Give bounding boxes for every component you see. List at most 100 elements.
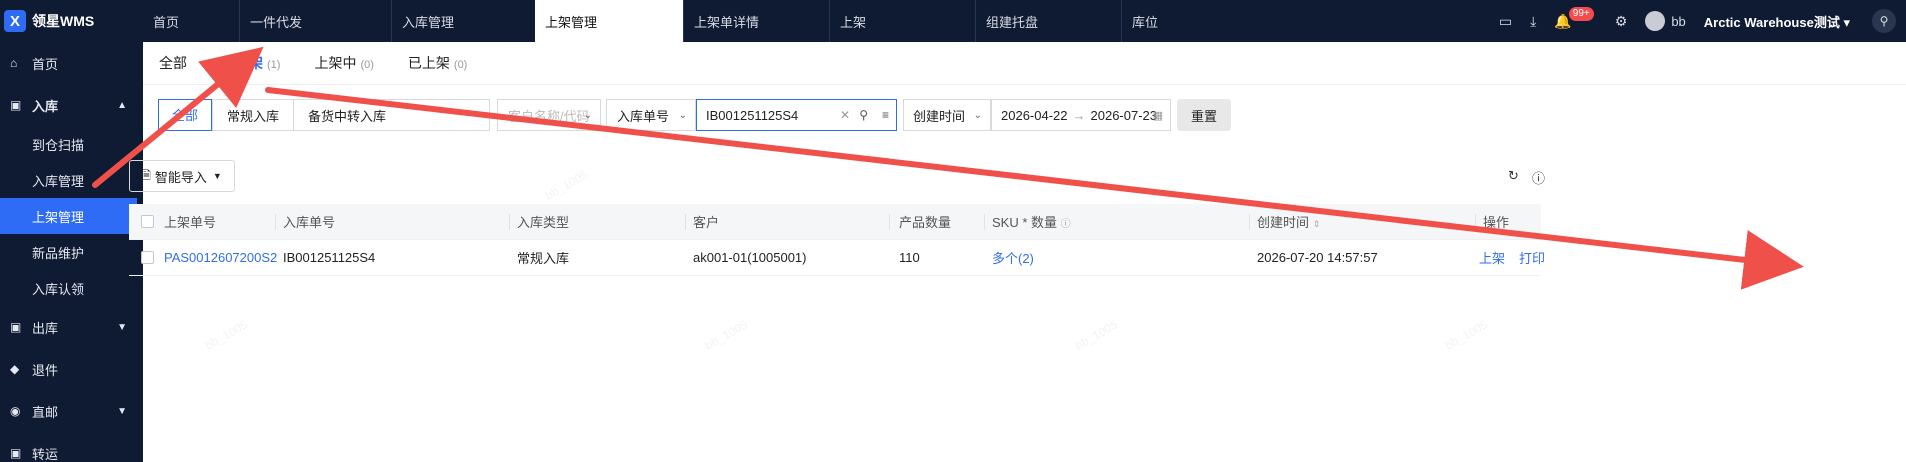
chevron-down-icon: ▼: [117, 321, 127, 333]
putaway-no-link[interactable]: PAS0012607200S2: [164, 250, 277, 265]
created-time: 2026-07-20 14:57:57: [1257, 250, 1378, 265]
app-name: 领星WMS: [32, 13, 95, 29]
tab-in-progress[interactable]: 上架中 (0): [314, 53, 373, 73]
sku-qty-link[interactable]: 多个(2): [992, 248, 1034, 267]
inbox-icon[interactable]: ▭: [1499, 13, 1512, 30]
col-sku-qty-label: SKU * 数量: [992, 215, 1058, 230]
col-divider: [685, 214, 686, 230]
sidebar-item-inbound-mgmt[interactable]: 入库管理: [0, 162, 143, 198]
sidebar-item-putaway-mgmt[interactable]: 上架管理: [0, 198, 137, 234]
col-sku-qty: SKU * 数量 ⓘ: [992, 212, 1071, 231]
type-regular-button[interactable]: 常规入库: [212, 100, 293, 130]
sidebar-item-returns[interactable]: ◆ 退件: [0, 348, 143, 390]
tab-label: 全部: [159, 55, 187, 71]
top-tab[interactable]: 库位: [1121, 0, 1267, 42]
home-icon: ⌂: [10, 56, 18, 70]
top-tab[interactable]: 上架管理: [535, 0, 683, 42]
search-input-value: IB001251125S4: [706, 107, 799, 123]
sidebar-item-outbound[interactable]: ▣ 出库 ▼: [0, 306, 143, 348]
sidebar-item-direct[interactable]: ◉ 直邮 ▼: [0, 390, 143, 432]
chevron-down-icon: ⌄: [583, 109, 592, 121]
tab-count: (0): [360, 59, 374, 71]
smart-import-button[interactable]: 🗎 智能导入 ▼: [129, 160, 235, 192]
col-divider: [275, 214, 276, 230]
sidebar-item-new-product[interactable]: 新品维护: [0, 234, 143, 270]
top-tab[interactable]: 上架单详情: [683, 0, 829, 42]
top-tab[interactable]: 上架: [829, 0, 975, 42]
username[interactable]: bb: [1671, 14, 1685, 29]
sidebar-item-label: 首页: [32, 56, 59, 72]
date-range-picker[interactable]: 2026-04-22 → 2026-07-23 ▦: [991, 99, 1171, 131]
top-tab[interactable]: 组建托盘: [975, 0, 1121, 42]
chevron-down-icon: ⌄: [678, 109, 687, 121]
sidebar-item-inbound-claim[interactable]: 入库认领: [0, 270, 143, 306]
search-icon[interactable]: ⚲: [1872, 9, 1896, 33]
page-tabs: 首页 一件代发 入库管理 上架管理 上架单详情 上架 组建托盘 库位: [143, 0, 1267, 42]
col-created[interactable]: 创建时间 ⇕: [1257, 212, 1320, 231]
col-putaway-no: 上架单号: [164, 215, 217, 230]
gear-icon[interactable]: ⚙: [1615, 13, 1628, 30]
customer-placeholder: 客户名称/代码: [508, 108, 590, 124]
top-right-toolbar: ▭ ⤓ 🔔 99+ ⚙ bb Arctic Warehouse测试 ▾ ⚲: [1499, 0, 1906, 42]
customer-select[interactable]: 客户名称/代码 ⌄: [497, 99, 601, 131]
sidebar-item-home[interactable]: ⌂ 首页: [0, 42, 143, 84]
watermark-text: bb_1005: [1072, 317, 1121, 353]
sidebar-item-transfer[interactable]: ▣ 转运: [0, 432, 143, 462]
tab-pending-putaway[interactable]: 待上架 (1): [221, 53, 280, 73]
top-tab[interactable]: 入库管理: [391, 0, 535, 42]
avatar[interactable]: [1645, 11, 1666, 31]
multi-line-icon[interactable]: ≡: [882, 108, 889, 122]
download-icon[interactable]: ⤓: [1530, 13, 1536, 30]
select-all-checkbox[interactable]: [141, 215, 154, 228]
search-icon[interactable]: ⚲: [859, 108, 868, 122]
sidebar-item-inbound[interactable]: ▣ 入库 ▲: [0, 84, 143, 126]
app-logo[interactable]: X 领星WMS: [0, 0, 143, 42]
col-actions: 操作: [1483, 215, 1510, 230]
row-checkbox[interactable]: [141, 251, 154, 264]
tab-all[interactable]: 全部: [159, 53, 187, 73]
inbound-type: 常规入库: [517, 251, 570, 266]
col-created-label: 创建时间: [1257, 215, 1310, 230]
sidebar-item-arrival-scan[interactable]: 到仓扫描: [0, 126, 143, 162]
type-transit-button[interactable]: 备货中转入库: [293, 100, 400, 130]
arrow-right-icon: →: [1072, 107, 1086, 123]
time-field-select[interactable]: 创建时间 ⌄: [903, 99, 991, 131]
col-qty: 产品数量: [899, 215, 952, 230]
tab-label: 已上架: [407, 55, 450, 71]
bell-icon[interactable]: 🔔 99+: [1554, 7, 1596, 30]
putaway-table: 上架单号 入库单号 入库类型 客户 产品数量 SKU * 数量 ⓘ 创建时间 ⇕…: [129, 204, 1545, 276]
clear-icon[interactable]: ✕: [840, 108, 850, 122]
putaway-action-link[interactable]: 上架: [1479, 248, 1505, 267]
print-action-link[interactable]: 打印: [1519, 248, 1545, 267]
search-field-label: 入库单号: [617, 108, 670, 124]
outbound-icon: ▣: [10, 320, 22, 334]
type-all-button[interactable]: 全部: [158, 98, 212, 131]
top-tab[interactable]: 首页: [143, 0, 239, 42]
col-inbound-no: 入库单号: [283, 215, 336, 230]
date-from: 2026-04-22: [1001, 107, 1068, 123]
sidebar-item-label: 直邮: [32, 404, 59, 420]
warehouse-switcher[interactable]: Arctic Warehouse测试 ▾: [1704, 12, 1850, 31]
tab-completed[interactable]: 已上架 (0): [408, 53, 467, 73]
top-bar: X 领星WMS 首页 一件代发 入库管理 上架管理 上架单详情 上架 组建托盘 库位 ▭ ⤓ …: [0, 0, 1906, 42]
info-icon[interactable]: ⓘ: [1061, 219, 1071, 230]
refresh-icon[interactable]: ↻: [1508, 168, 1519, 184]
direct-mail-icon: ◉: [10, 404, 21, 418]
tab-count: (1): [267, 59, 281, 71]
col-divider: [1249, 214, 1250, 230]
help-icon[interactable]: ⓘ: [1532, 168, 1545, 187]
inbound-type-filter: 全部 常规入库 备货中转入库: [158, 98, 490, 131]
table-header: 上架单号 入库单号 入库类型 客户 产品数量 SKU * 数量 ⓘ 创建时间 ⇕…: [129, 204, 1541, 240]
col-divider: [509, 214, 510, 230]
time-field-label: 创建时间: [913, 108, 966, 124]
sidebar-item-label: 出库: [32, 320, 59, 336]
watermark-text: bb_1005: [202, 317, 251, 353]
top-tab[interactable]: 一件代发: [239, 0, 391, 42]
logo-icon: X: [4, 10, 26, 32]
search-field-select[interactable]: 入库单号 ⌄: [606, 99, 696, 131]
chevron-up-icon: ▲: [117, 99, 127, 111]
sidebar-item-label: 转运: [32, 446, 59, 462]
search-input[interactable]: IB001251125S4 ✕ ⚲ ≡: [696, 99, 897, 131]
reset-button[interactable]: 重置: [1177, 99, 1231, 131]
returns-icon: ◆: [10, 362, 20, 376]
